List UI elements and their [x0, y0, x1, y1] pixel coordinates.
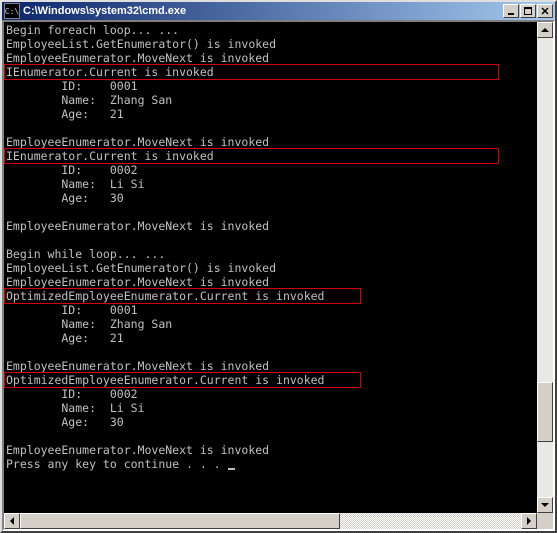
- titlebar-buttons: [502, 4, 553, 18]
- emp-id-value: 0002: [110, 387, 138, 401]
- line: EmployeeList.GetEnumerator() is invoked: [6, 261, 276, 275]
- close-button[interactable]: [537, 4, 553, 18]
- highlight-ienum-current: IEnumerator.Current is invoked: [4, 148, 499, 164]
- horizontal-scrollbar[interactable]: [4, 513, 537, 529]
- emp-name-value: Li Si: [110, 177, 145, 191]
- arrow-up-icon: [541, 28, 549, 32]
- emp-age-label: Age:: [6, 415, 89, 429]
- arrow-left-icon: [10, 517, 14, 525]
- emp-id-label: ID:: [6, 303, 82, 317]
- scroll-thumb-vertical[interactable]: [537, 382, 553, 442]
- emp-name-value: Zhang San: [110, 93, 172, 107]
- line: Begin foreach loop... ...: [6, 23, 179, 37]
- client-area: Begin foreach loop... ... EmployeeList.G…: [2, 20, 555, 531]
- titlebar: C:\ C:\Windows\system32\cmd.exe: [2, 2, 555, 20]
- emp-name-value: Li Si: [110, 401, 145, 415]
- vertical-scrollbar[interactable]: [537, 22, 553, 513]
- emp-age-label: Age:: [6, 107, 89, 121]
- console-output: Begin foreach loop... ... EmployeeList.G…: [4, 22, 537, 513]
- emp-age-value: 21: [110, 331, 124, 345]
- emp-name-label: Name:: [6, 177, 96, 191]
- press-any-key: Press any key to continue . . .: [6, 457, 228, 471]
- scroll-thumb-horizontal[interactable]: [20, 513, 340, 529]
- scrollbar-corner: [537, 513, 553, 529]
- emp-name-label: Name:: [6, 401, 96, 415]
- window-title: C:\Windows\system32\cmd.exe: [23, 5, 502, 17]
- line: EmployeeEnumerator.MoveNext is invoked: [6, 275, 269, 289]
- scroll-up-button[interactable]: [537, 22, 553, 38]
- arrow-right-icon: [527, 517, 531, 525]
- maximize-button[interactable]: [520, 4, 536, 18]
- scroll-track-horizontal[interactable]: [20, 513, 521, 529]
- emp-id-value: 0001: [110, 303, 138, 317]
- emp-id-label: ID:: [6, 79, 82, 93]
- arrow-down-icon: [541, 503, 549, 507]
- line: EmployeeEnumerator.MoveNext is invoked: [6, 135, 269, 149]
- line: Begin while loop... ...: [6, 247, 165, 261]
- line: EmployeeEnumerator.MoveNext is invoked: [6, 359, 269, 373]
- line: EmployeeEnumerator.MoveNext is invoked: [6, 51, 269, 65]
- highlight-opt-current: OptimizedEmployeeEnumerator.Current is i…: [4, 288, 361, 304]
- highlight-ienum-current: IEnumerator.Current is invoked: [4, 64, 499, 80]
- scroll-down-button[interactable]: [537, 497, 553, 513]
- cursor-icon: [228, 468, 235, 470]
- emp-id-label: ID:: [6, 163, 82, 177]
- highlight-opt-current: OptimizedEmployeeEnumerator.Current is i…: [4, 372, 361, 388]
- line: EmployeeList.GetEnumerator() is invoked: [6, 37, 276, 51]
- emp-age-label: Age:: [6, 331, 89, 345]
- line: EmployeeEnumerator.MoveNext is invoked: [6, 219, 269, 233]
- emp-name-value: Zhang San: [110, 317, 172, 331]
- emp-name-label: Name:: [6, 93, 96, 107]
- emp-age-label: Age:: [6, 191, 89, 205]
- scroll-track-vertical[interactable]: [537, 38, 553, 497]
- cmd-window: C:\ C:\Windows\system32\cmd.exe Begin fo…: [0, 0, 557, 533]
- scroll-right-button[interactable]: [521, 513, 537, 529]
- emp-id-value: 0002: [110, 163, 138, 177]
- emp-id-value: 0001: [110, 79, 138, 93]
- emp-name-label: Name:: [6, 317, 96, 331]
- emp-age-value: 30: [110, 415, 124, 429]
- scroll-left-button[interactable]: [4, 513, 20, 529]
- cmd-icon: C:\: [4, 3, 20, 19]
- line: EmployeeEnumerator.MoveNext is invoked: [6, 443, 269, 457]
- minimize-button[interactable]: [503, 4, 519, 18]
- emp-age-value: 21: [110, 107, 124, 121]
- emp-id-label: ID:: [6, 387, 82, 401]
- emp-age-value: 30: [110, 191, 124, 205]
